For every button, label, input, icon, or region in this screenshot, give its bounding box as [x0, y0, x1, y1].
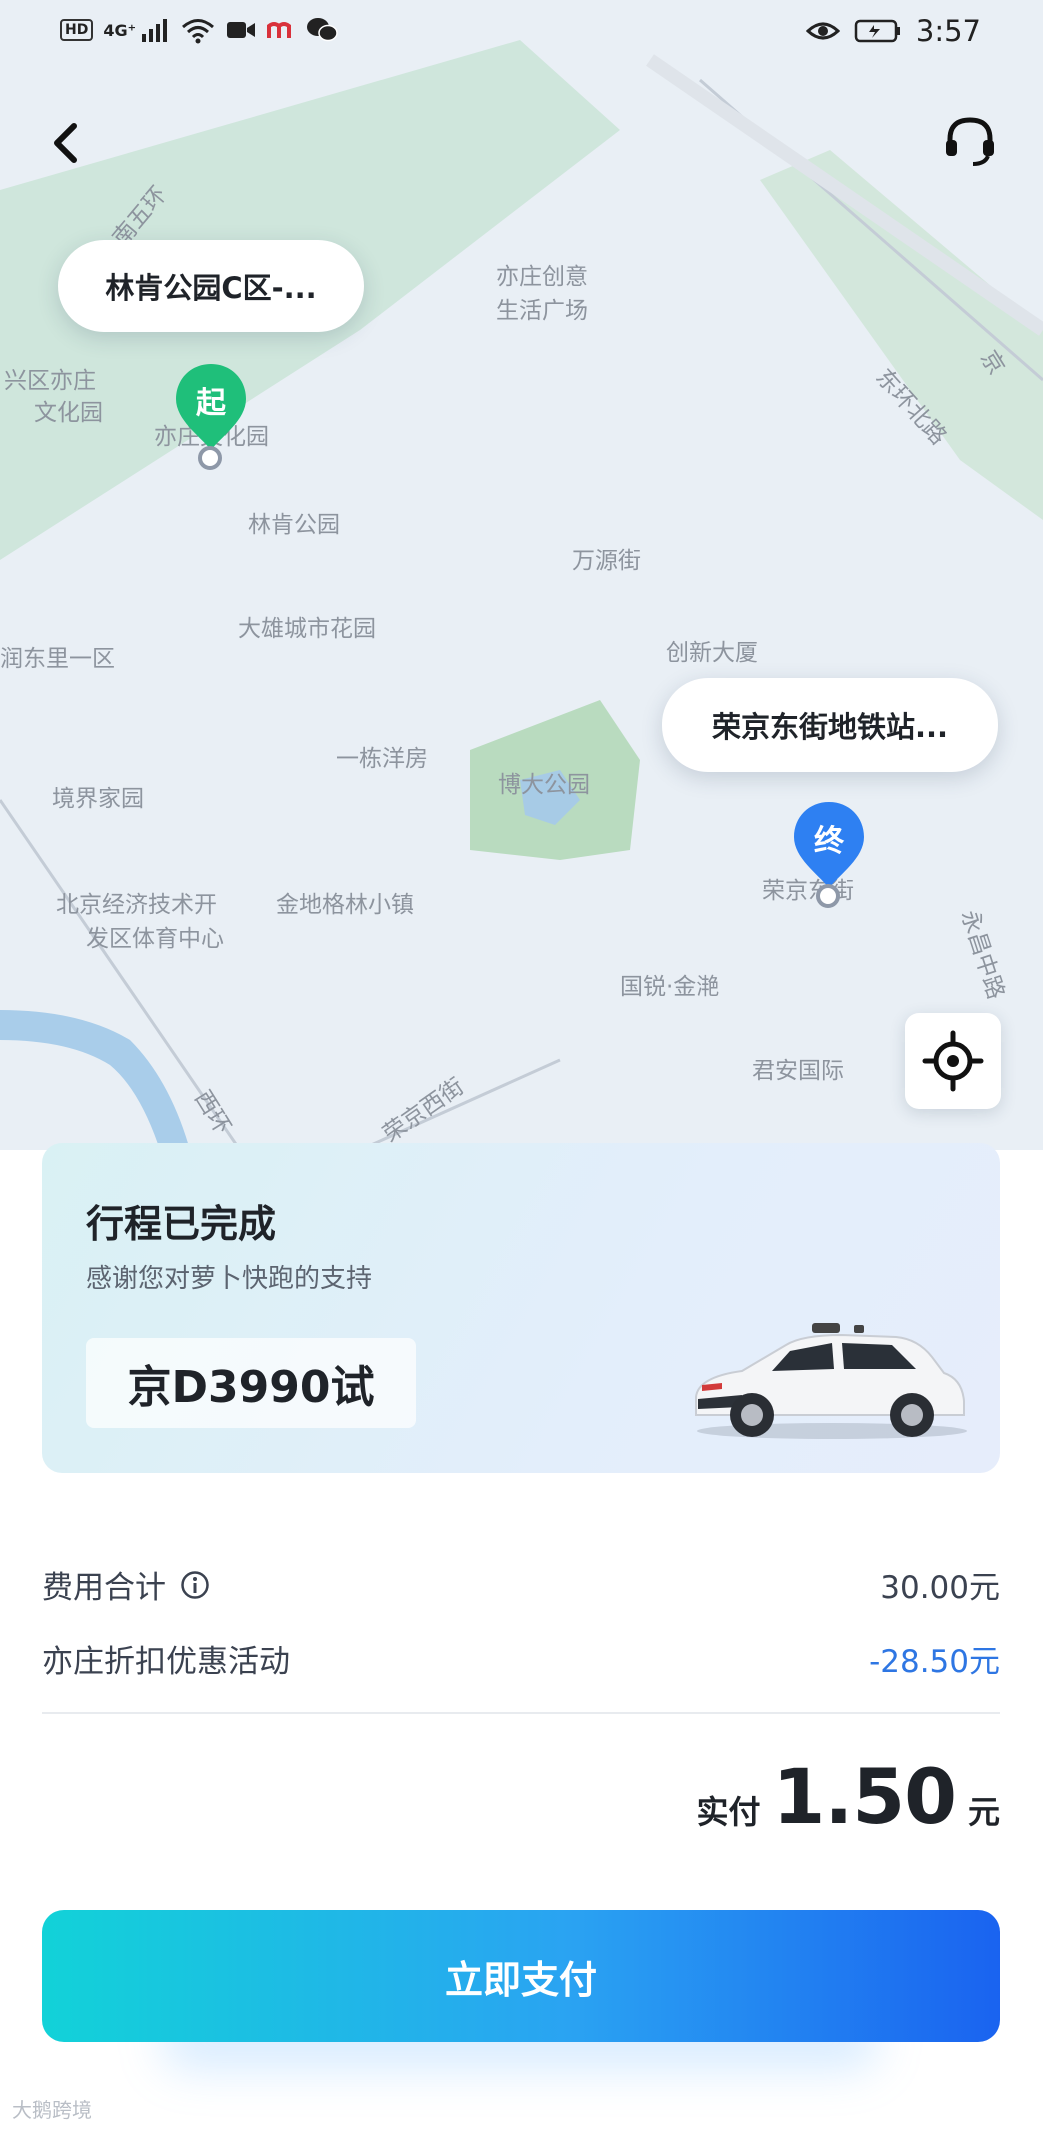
- eye-icon: [805, 22, 840, 40]
- pay-now-button[interactable]: 立即支付: [42, 1910, 1000, 2042]
- map-label: 君安国际: [752, 1058, 844, 1084]
- status-left: HD 4G⁺: [60, 16, 338, 44]
- start-pin: 起: [174, 362, 248, 472]
- watermark: 大鹅跨境: [12, 2094, 92, 2123]
- trip-status-title: 行程已完成: [86, 1202, 277, 1246]
- paid-unit: 元: [967, 1793, 1000, 1831]
- start-location-bubble[interactable]: 林肯公园C区-...: [58, 240, 364, 332]
- fare-divider: [42, 1712, 1000, 1714]
- back-button[interactable]: [44, 118, 88, 168]
- network-type: 4G⁺: [103, 20, 137, 40]
- map-label: 博大公园: [498, 772, 590, 798]
- map-label: 生活广场: [496, 298, 588, 324]
- locate-button[interactable]: [905, 1013, 1001, 1109]
- river: [0, 1010, 190, 1150]
- trip-thanks-text: 感谢您对萝卜快跑的支持: [86, 1264, 373, 1294]
- map-label: 创新大厦: [666, 640, 758, 666]
- map-canvas: [0, 40, 1043, 1150]
- fare-total-row: 费用合计 30.00元: [42, 1562, 1000, 1606]
- map-label: 一栋洋房: [336, 746, 428, 772]
- car-image: [695, 1323, 967, 1439]
- end-location-bubble[interactable]: 荣京东街地铁站...: [662, 678, 998, 772]
- map-label: 亦庄创意: [496, 264, 588, 290]
- fare-total-label: 费用合计: [42, 1570, 166, 1606]
- start-pin-label: 起: [196, 386, 226, 421]
- discount-label: 亦庄折扣优惠活动: [42, 1644, 290, 1680]
- map-label: 国锐·金滟: [620, 974, 720, 1000]
- map-label: 万源街: [572, 548, 641, 574]
- map-label: 兴区亦庄: [4, 368, 96, 394]
- wifi-icon: [182, 19, 215, 44]
- map-label: 文化园: [34, 400, 103, 426]
- customer-service-button[interactable]: [941, 112, 999, 170]
- map-view[interactable]: 南五环 亦庄创意 生活广场 兴区亦庄 文化园 亦庄文化园 林肯公园 万源街 大雄…: [0, 0, 1043, 1150]
- map-label: 林肯公园: [248, 512, 340, 538]
- map-label: 润东里一区: [0, 646, 115, 672]
- watermark-text: 大鹅跨境: [12, 2098, 92, 2122]
- paid-amount: 实付 1.50 元: [696, 1752, 1000, 1841]
- info-icon[interactable]: [180, 1570, 210, 1600]
- map-label: 金地格林小镇: [276, 892, 414, 918]
- video-icon: [227, 22, 256, 38]
- fare-total-value: 30.00元: [880, 1570, 1000, 1606]
- end-pin-label: 终: [814, 824, 844, 859]
- map-label: 境界家园: [52, 786, 144, 812]
- status-right: 3:57: [805, 14, 981, 48]
- headset-icon: [946, 117, 994, 166]
- paid-value: 1.50: [772, 1752, 957, 1841]
- map-label: 发区体育中心: [86, 926, 224, 952]
- battery-icon: [854, 19, 900, 43]
- signal-icon: [142, 19, 168, 42]
- discount-row: 亦庄折扣优惠活动 -28.50元: [42, 1636, 1000, 1680]
- map-label: 北京经济技术开: [56, 892, 217, 918]
- discount-value: -28.50元: [869, 1644, 1000, 1680]
- clock: 3:57: [915, 14, 981, 48]
- hd-indicator: HD: [60, 19, 94, 41]
- paid-label: 实付: [696, 1793, 761, 1831]
- end-pin: 终: [792, 800, 866, 910]
- status-bar: HD 4G⁺ 3:57: [0, 0, 1043, 64]
- license-plate: 京D3990试: [86, 1338, 416, 1428]
- park-area-east: [760, 150, 1043, 520]
- trip-status-card: 行程已完成 感谢您对萝卜快跑的支持 京D3990试: [42, 1143, 1000, 1473]
- locate-icon: [922, 1030, 984, 1092]
- back-arrow-icon: [54, 123, 77, 163]
- app-m-icon: [267, 22, 292, 38]
- wechat-icon: [307, 18, 338, 42]
- map-label: 大雄城市花园: [238, 616, 376, 642]
